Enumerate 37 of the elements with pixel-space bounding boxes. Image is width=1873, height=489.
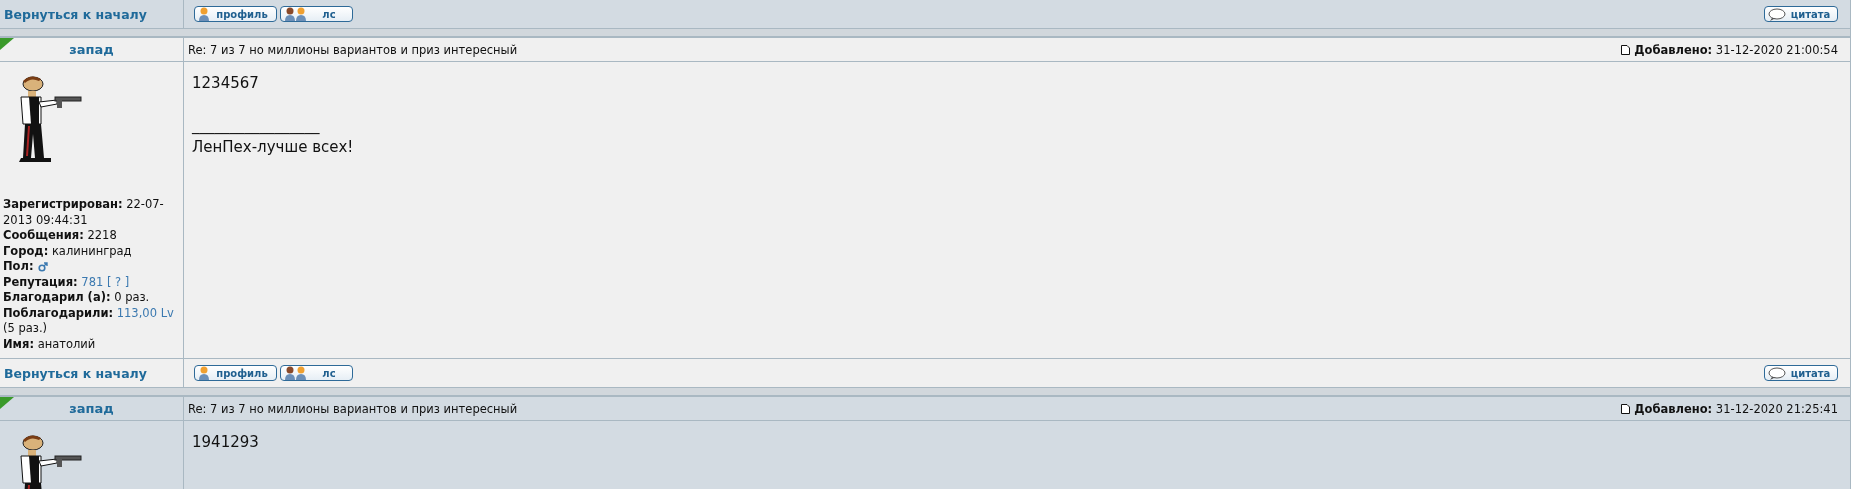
back-to-top-link[interactable]: Вернуться к началу (4, 6, 147, 22)
message-button[interactable]: лс (280, 6, 353, 22)
users-icon (284, 7, 308, 21)
profile-field: Поблагодарили: 113,00 Lv (5 раз.) (3, 305, 179, 337)
signature-text: ЛенПех-лучше всех! (192, 137, 355, 158)
added-date: Добавлено: 31-12-2020 21:25:41 (1634, 401, 1838, 416)
profile-field: Репутация: 781 [ ? ] (3, 274, 179, 290)
quote-button[interactable]: цитата (1764, 6, 1838, 22)
profile-button[interactable]: профиль (194, 6, 277, 22)
user-icon (198, 366, 210, 380)
message-button[interactable]: лс (280, 365, 353, 381)
speech-bubble-icon (1768, 7, 1786, 21)
document-icon (1621, 44, 1631, 55)
users-icon (284, 366, 308, 380)
profile-field: Зарегистрирован: 22-07-2013 09:44:31 (3, 197, 179, 228)
speech-bubble-icon (1768, 366, 1786, 380)
profile-link[interactable]: 781 (81, 274, 104, 289)
author-name[interactable]: запад (69, 42, 114, 57)
profile-field: Благодарил (а): 0 раз. (3, 290, 179, 306)
added-date: Добавлено: 31-12-2020 21:00:54 (1634, 42, 1838, 57)
profile-field: Имя: анатолий (3, 336, 179, 352)
document-icon (1621, 403, 1631, 414)
profile-field: Город: калининград (3, 243, 179, 259)
quote-button[interactable]: цитата (1764, 365, 1838, 381)
signature-rule: _________________ (192, 115, 321, 136)
profile-link[interactable]: [ ? ] (106, 274, 130, 289)
user-icon (198, 7, 210, 21)
message-text: 1941293 (192, 432, 260, 453)
profile-field: Сообщения: 2218 (3, 228, 179, 244)
back-to-top-link[interactable]: Вернуться к началу (4, 365, 147, 381)
profile-button[interactable]: профиль (194, 365, 277, 381)
profile-link[interactable]: 113,00 Lv (116, 305, 174, 320)
profile-label: Пол: (3, 259, 34, 275)
author-name[interactable]: запад (69, 401, 114, 416)
post-subject: Re: 7 из 7 но миллионы вариантов и приз интересный (188, 42, 519, 57)
post-subject: Re: 7 из 7 но миллионы вариантов и приз интересный (188, 401, 519, 416)
message-text: 1234567 (192, 73, 260, 94)
